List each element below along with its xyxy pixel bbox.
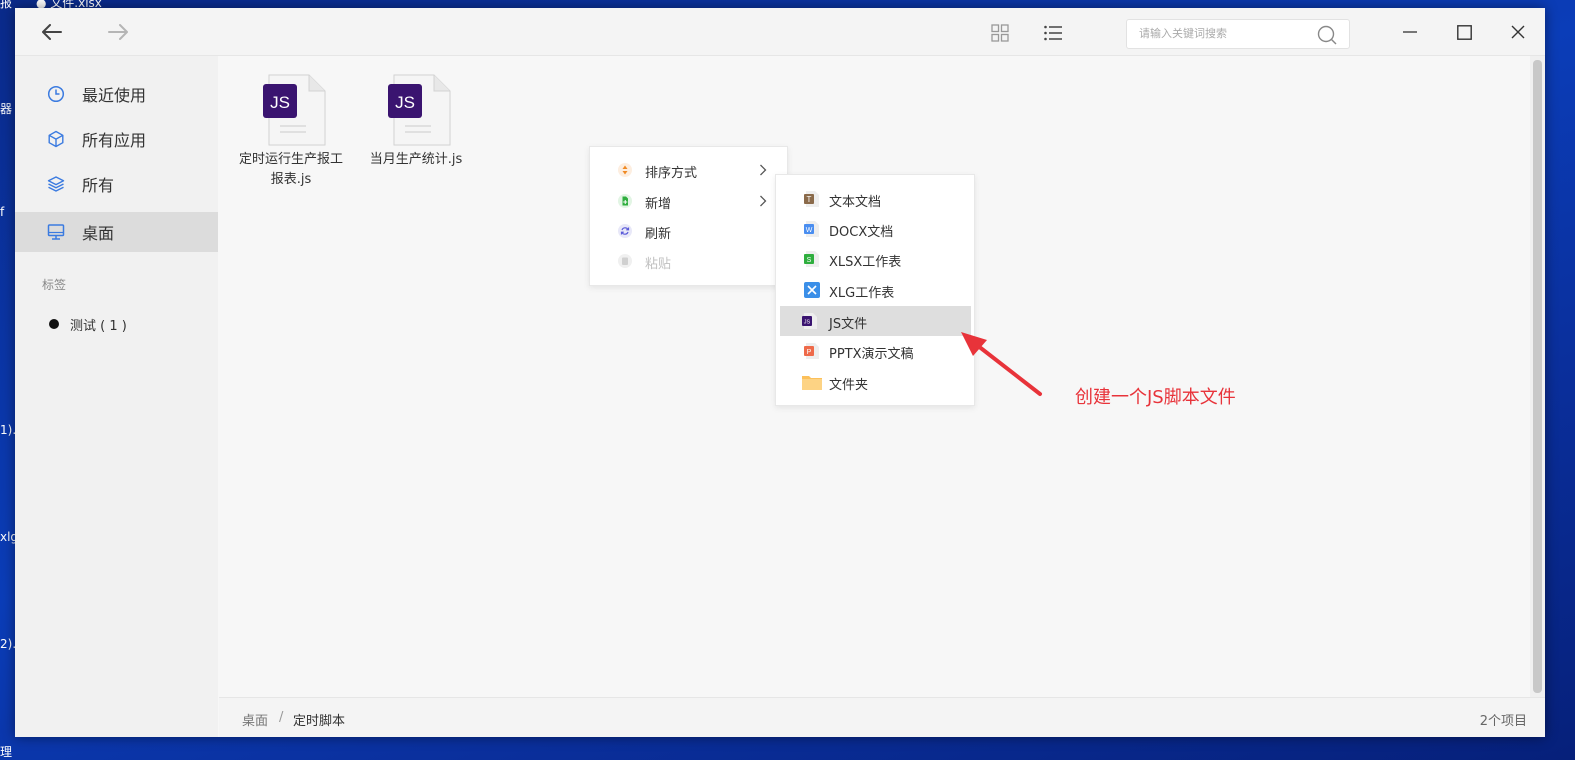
menu-item-label: 刷新 <box>645 227 672 242</box>
docx-icon: W <box>804 221 819 237</box>
sidebar: 最近使用 所有应用 所有 桌面 标签 测试 ( 1 ) <box>15 56 218 737</box>
refresh-icon <box>618 224 632 238</box>
file-manager-window: 最近使用 所有应用 所有 桌面 标签 测试 ( 1 ) JS <box>15 8 1545 737</box>
new-submenu: T 文本文档 W DOCX文档 S XLSX工作表 XLG工作表 JS JS文件… <box>775 174 975 406</box>
submenu-item-label: XLSX工作表 <box>829 255 902 270</box>
desktop-label: 器 <box>0 102 13 116</box>
cube-icon <box>48 130 64 148</box>
submenu-item-label: XLG工作表 <box>829 286 895 301</box>
close-icon <box>1511 25 1525 39</box>
monitor-icon <box>47 224 65 240</box>
svg-text:P: P <box>807 349 812 356</box>
sidebar-item-recent[interactable]: 最近使用 <box>15 74 218 114</box>
desktop-label: f <box>0 205 5 219</box>
pptx-icon: P <box>804 343 819 359</box>
grid-view-button[interactable] <box>989 22 1011 44</box>
menu-item-sort[interactable]: 排序方式 <box>590 155 787 185</box>
submenu-item-pptx[interactable]: P PPTX演示文稿 <box>776 336 974 366</box>
submenu-item-folder[interactable]: 文件夹 <box>776 367 974 397</box>
grid-icon <box>991 24 1009 42</box>
tags-section-title: 标签 <box>42 278 67 292</box>
maximize-button[interactable] <box>1451 21 1477 43</box>
folder-icon <box>802 376 822 390</box>
submenu-item-label: PPTX演示文稿 <box>829 347 914 362</box>
file-name: 定时运行生产报工报表.js <box>238 152 343 187</box>
arrow-right-icon <box>108 24 128 40</box>
chevron-right-icon <box>760 164 767 176</box>
menu-item-paste[interactable]: 粘贴 <box>590 246 787 276</box>
paste-icon <box>618 254 632 268</box>
back-button[interactable] <box>39 20 65 44</box>
svg-text:W: W <box>806 227 813 234</box>
sidebar-item-label: 所有 <box>82 176 115 195</box>
text-doc-icon: T <box>804 191 819 207</box>
tag-item[interactable]: 测试 ( 1 ) <box>49 314 127 334</box>
search-box <box>1126 19 1350 49</box>
minimize-icon <box>1403 31 1417 33</box>
svg-text:S: S <box>807 257 812 264</box>
svg-text:JS: JS <box>395 93 415 112</box>
submenu-item-label: DOCX文档 <box>829 225 894 240</box>
breadcrumb-item[interactable]: 桌面 <box>242 710 268 729</box>
svg-text:T: T <box>807 195 812 204</box>
menu-item-refresh[interactable]: 刷新 <box>590 216 787 246</box>
js-file-icon: JS <box>263 74 326 146</box>
sort-icon <box>618 163 632 177</box>
submenu-item-xlg[interactable]: XLG工作表 <box>776 275 974 305</box>
breadcrumb-separator: / <box>279 710 284 725</box>
clock-icon <box>47 85 65 103</box>
submenu-item-xlsx[interactable]: S XLSX工作表 <box>776 244 974 274</box>
search-icon[interactable] <box>1317 25 1337 45</box>
submenu-item-js[interactable]: JS JS文件 <box>780 306 971 336</box>
sidebar-item-label: 所有应用 <box>82 131 147 150</box>
arrow-left-icon <box>42 24 62 40</box>
submenu-item-label: 文件夹 <box>829 378 869 393</box>
sidebar-item-all-apps[interactable]: 所有应用 <box>15 119 218 159</box>
minimize-button[interactable] <box>1397 21 1423 43</box>
xlsx-icon: S <box>804 251 819 267</box>
new-file-icon <box>618 194 632 208</box>
chevron-right-icon <box>760 195 767 207</box>
breadcrumb-item[interactable]: 定时脚本 <box>293 710 345 729</box>
statusbar: 桌面 / 定时脚本 2个项目 <box>219 697 1545 737</box>
menu-item-new[interactable]: 新增 <box>590 186 787 216</box>
search-input[interactable] <box>1139 25 1309 43</box>
list-icon <box>1044 25 1062 41</box>
js-file-icon: JS <box>802 313 817 329</box>
menu-item-label: 粘贴 <box>645 257 672 272</box>
sidebar-item-desktop[interactable]: 桌面 <box>15 212 218 252</box>
annotation-text: 创建一个JS脚本文件 <box>1075 387 1236 408</box>
tag-color-dot <box>49 319 59 329</box>
submenu-item-text[interactable]: T 文本文档 <box>776 184 974 214</box>
layers-icon <box>47 176 65 192</box>
sidebar-item-label: 最近使用 <box>82 86 147 105</box>
svg-text:JS: JS <box>804 320 811 326</box>
menu-item-label: 新增 <box>645 197 672 212</box>
close-button[interactable] <box>1505 21 1531 43</box>
xlg-icon <box>804 282 820 298</box>
desktop-label: 理 <box>0 745 13 759</box>
scrollbar-thumb[interactable] <box>1533 60 1542 693</box>
desktop-label: 报 <box>0 0 13 10</box>
file-name: 当月生产统计.js <box>369 152 463 167</box>
sidebar-item-all[interactable]: 所有 <box>15 164 218 204</box>
menu-item-label: 排序方式 <box>645 166 698 181</box>
submenu-item-label: 文本文档 <box>829 195 882 210</box>
tag-label: 测试 ( 1 ) <box>70 318 127 334</box>
titlebar <box>15 8 1545 56</box>
vertical-scrollbar[interactable] <box>1530 56 1545 697</box>
context-menu: 排序方式 新增 刷新 粘贴 <box>589 146 788 286</box>
svg-text:JS: JS <box>270 93 290 112</box>
annotation-arrow <box>961 332 1042 396</box>
js-file-icon: JS <box>388 74 451 146</box>
submenu-item-docx[interactable]: W DOCX文档 <box>776 214 974 244</box>
maximize-icon <box>1456 24 1472 40</box>
forward-button[interactable] <box>105 20 131 44</box>
list-view-button[interactable] <box>1042 22 1064 44</box>
submenu-item-label: JS文件 <box>829 317 868 332</box>
item-count: 2个项目 <box>1479 714 1527 729</box>
sidebar-item-label: 桌面 <box>82 224 115 243</box>
